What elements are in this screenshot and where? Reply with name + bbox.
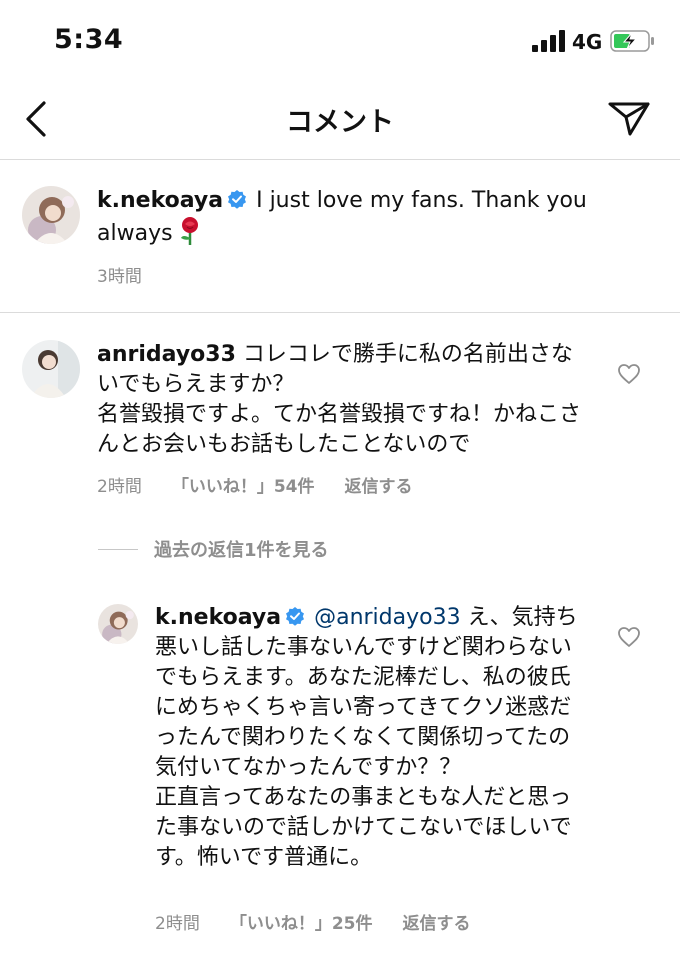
cellular-signal-icon <box>532 30 565 52</box>
network-type: 4G <box>572 30 603 54</box>
reply-likes[interactable]: 「いいね！」25件 <box>230 914 373 934</box>
reply-meta: 2時間 「いいね！」25件 返信する <box>155 909 501 934</box>
comment-text: anridayo33 コレコレで勝手に私の名前出さないでもらえますか？ 名誉毀損… <box>97 340 587 460</box>
battery-charging-icon <box>610 30 654 52</box>
view-previous-replies[interactable]: 過去の返信1件を見る <box>98 536 329 562</box>
comment-likes[interactable]: 「いいね！」54件 <box>172 477 315 497</box>
reply-body-2: 正直言ってあなたの事まともな人だと思った事ないので話しかけてこないでほしいです。… <box>155 785 572 870</box>
view-replies-label: 過去の返信1件を見る <box>154 540 329 561</box>
avatar[interactable] <box>22 340 80 398</box>
rose-emoji-icon <box>180 217 198 245</box>
comment-body-2: 名誉毀損ですよ。てか名誉毀損ですね！かねこさんとお会いもお話もしたことないので <box>97 402 582 457</box>
reply-body: え、気持ち悪いし話した事ないんですけど関わらないでもらえます。あなた泥棒だし、私… <box>155 605 578 780</box>
caption-text: k.nekoaya I just love my fans. Thank you… <box>97 186 627 249</box>
comment-meta: 2時間 「いいね！」54件 返信する <box>97 472 443 497</box>
reply-mention[interactable]: @anridayo33 <box>307 605 461 630</box>
reply-time: 2時間 <box>155 914 200 934</box>
verified-badge-icon <box>228 190 247 209</box>
caption-meta: 3時間 <box>97 262 172 287</box>
caption-divider <box>0 312 680 313</box>
caption-time: 3時間 <box>97 267 142 287</box>
comment-reply-button[interactable]: 返信する <box>345 477 413 497</box>
send-icon[interactable] <box>606 100 652 138</box>
caption-username[interactable]: k.nekoaya <box>97 188 223 213</box>
avatar[interactable] <box>22 186 80 244</box>
comment-time: 2時間 <box>97 477 142 497</box>
like-heart-icon[interactable] <box>617 363 641 385</box>
verified-badge-icon <box>286 607 305 626</box>
avatar[interactable] <box>98 604 138 644</box>
replies-line <box>98 548 138 550</box>
page-title: コメント <box>286 107 394 138</box>
status-time: 5:34 <box>54 24 124 55</box>
header-divider <box>0 159 680 160</box>
reply-reply-button[interactable]: 返信する <box>403 914 471 934</box>
comment-username[interactable]: anridayo33 <box>97 342 236 367</box>
like-heart-icon[interactable] <box>617 626 641 648</box>
reply-username[interactable]: k.nekoaya <box>155 605 281 630</box>
reply-text: k.nekoaya @anridayo33 え、気持ち悪いし話した事ないんですけ… <box>155 603 587 873</box>
